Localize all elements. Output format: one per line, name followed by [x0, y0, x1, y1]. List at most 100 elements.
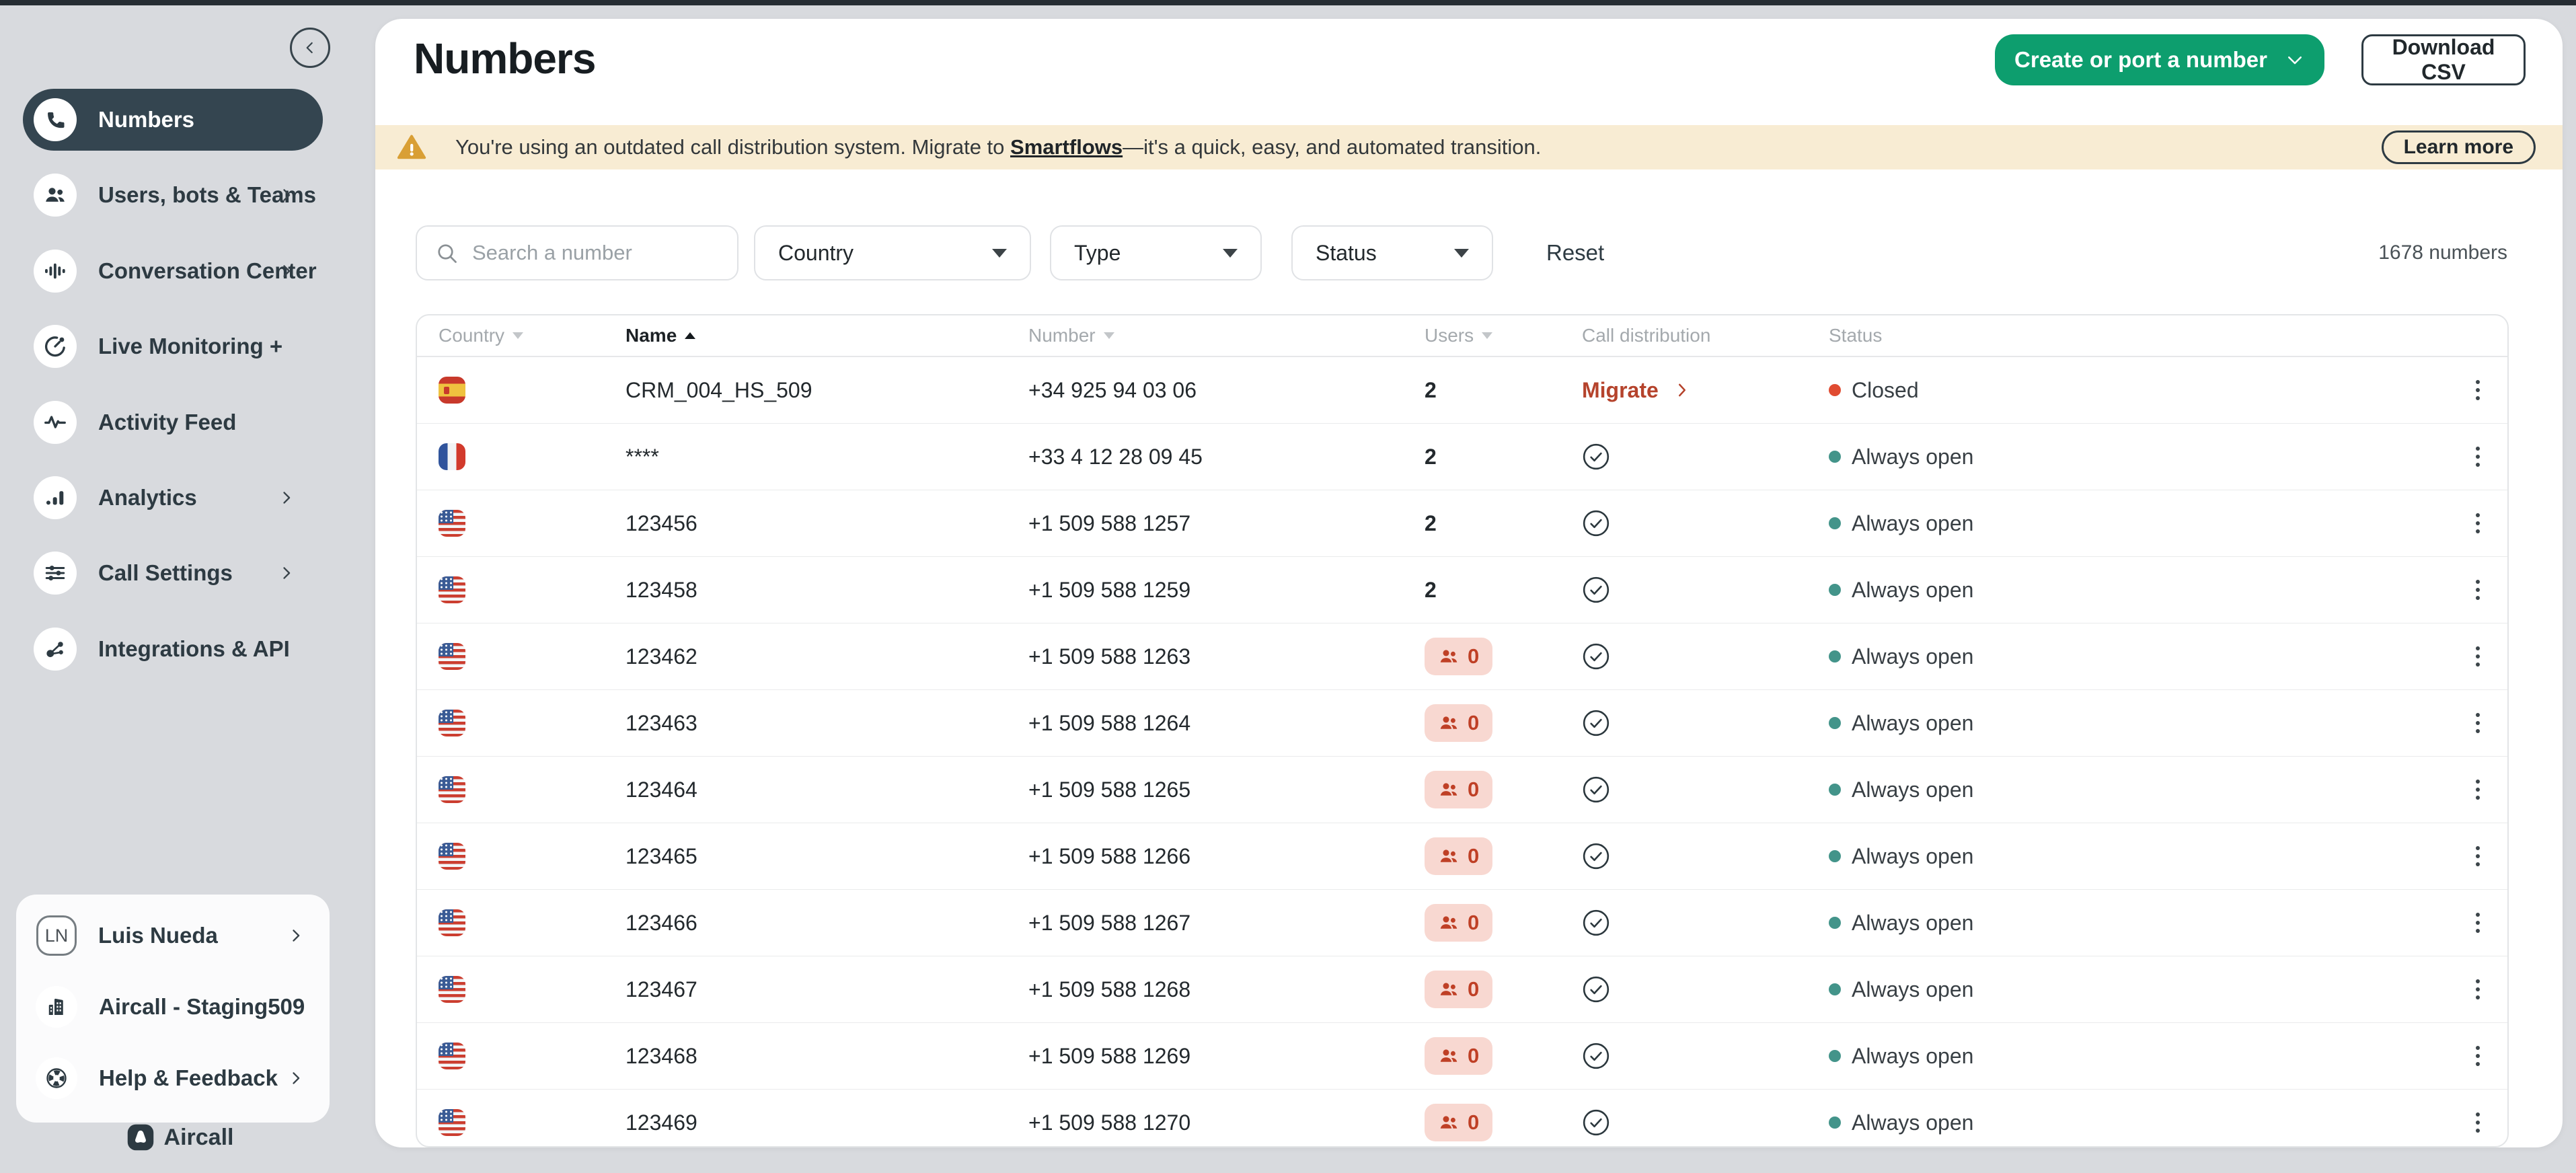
filters-bar: Country Type Status Reset 1678 numbers	[416, 225, 2522, 280]
table-row[interactable]: 123465+1 509 588 12660Always open	[417, 823, 2507, 889]
sidebar-item-integrations-api[interactable]: Integrations & API	[23, 618, 323, 680]
cell-number: +34 925 94 03 06	[1028, 378, 1425, 403]
search-input[interactable]	[471, 240, 729, 266]
create-or-port-number-button[interactable]: Create or port a number	[1995, 34, 2324, 85]
number-name: 123467	[626, 977, 697, 1002]
migration-banner: You're using an outdated call distributi…	[375, 125, 2563, 169]
sidebar-item-activity-feed[interactable]: Activity Feed	[23, 391, 323, 453]
cell-country	[417, 776, 626, 803]
smartflows-link[interactable]: Smartflows	[1010, 135, 1123, 159]
sidebar-collapse-button[interactable]	[290, 28, 330, 68]
number-search[interactable]	[416, 225, 738, 280]
zero-users-badge: 0	[1425, 1037, 1492, 1075]
migrate-link[interactable]: Migrate	[1582, 378, 1690, 403]
cell-users: 0	[1425, 971, 1582, 1008]
cell-country	[417, 843, 626, 870]
cell-users: 0	[1425, 638, 1582, 675]
chevron-right-icon	[277, 488, 296, 507]
table-row[interactable]: 123468+1 509 588 12690Always open	[417, 1022, 2507, 1089]
column-header-name[interactable]: Name	[626, 325, 1028, 346]
sidebar-item-call-settings[interactable]: Call Settings	[23, 542, 323, 604]
cell-status: Always open	[1829, 644, 2446, 669]
users-count: 2	[1425, 378, 1437, 403]
column-header-users[interactable]: Users	[1425, 325, 1582, 346]
numbers-count: 1678 numbers	[2378, 225, 2507, 280]
flag-us-icon	[439, 843, 465, 870]
phone-number: +1 509 588 1270	[1028, 1110, 1190, 1135]
row-menu-kebab-icon[interactable]	[2446, 713, 2509, 733]
row-menu-kebab-icon[interactable]	[2446, 780, 2509, 800]
phone-number: +1 509 588 1267	[1028, 911, 1190, 936]
reset-filters-button[interactable]: Reset	[1546, 225, 1604, 280]
search-icon	[434, 241, 459, 265]
user-menu-item[interactable]: LN Luis Nueda	[16, 903, 330, 969]
status-label: Always open	[1852, 1044, 1973, 1069]
users-count: 0	[1468, 1044, 1479, 1068]
status-label: Always open	[1852, 511, 1973, 536]
column-header-country[interactable]: Country	[417, 325, 626, 346]
status-label: Always open	[1852, 1110, 1973, 1135]
row-menu-kebab-icon[interactable]	[2446, 580, 2509, 600]
flag-us-icon	[439, 776, 465, 803]
table-row[interactable]: 123466+1 509 588 12670Always open	[417, 889, 2507, 956]
table-header-row: CountryNameNumberUsersCall distributionS…	[417, 315, 2507, 357]
row-menu-kebab-icon[interactable]	[2446, 513, 2509, 533]
cell-country	[417, 377, 626, 404]
row-menu-kebab-icon[interactable]	[2446, 846, 2509, 866]
sidebar-item-numbers[interactable]: Numbers	[23, 89, 323, 151]
table-row[interactable]: 123458+1 509 588 12592Always open	[417, 556, 2507, 623]
table-row[interactable]: ****+33 4 12 28 09 452Always open	[417, 423, 2507, 490]
row-menu-kebab-icon[interactable]	[2446, 979, 2509, 999]
distribution-check-icon	[1582, 642, 1610, 671]
download-csv-button[interactable]: Download CSV	[2361, 34, 2526, 85]
numbers-table: CountryNameNumberUsersCall distributionS…	[416, 314, 2509, 1147]
sidebar-item-users-bots-teams[interactable]: Users, bots & Teams	[23, 164, 323, 226]
status-filter-select[interactable]: Status	[1291, 225, 1493, 280]
country-filter-label: Country	[778, 241, 854, 266]
table-row[interactable]: 123463+1 509 588 12640Always open	[417, 689, 2507, 756]
column-header-number[interactable]: Number	[1028, 325, 1425, 346]
cell-status: Always open	[1829, 578, 2446, 603]
row-menu-kebab-icon[interactable]	[2446, 380, 2509, 400]
row-menu-kebab-icon[interactable]	[2446, 913, 2509, 933]
type-filter-select[interactable]: Type	[1050, 225, 1262, 280]
status-dot	[1829, 717, 1841, 729]
flag-es-icon	[439, 377, 465, 404]
learn-more-button[interactable]: Learn more	[2382, 130, 2536, 164]
table-row[interactable]: 123464+1 509 588 12650Always open	[417, 756, 2507, 823]
zero-users-badge: 0	[1425, 904, 1492, 942]
table-row[interactable]: 123462 +1 509 588 1263 0 Always open	[417, 623, 2507, 689]
help-menu-item[interactable]: Help & Feedback	[16, 1045, 330, 1111]
phone-number: +1 509 588 1263	[1028, 644, 1190, 669]
users-icon	[34, 174, 77, 217]
table-row[interactable]: CRM_004_HS_509+34 925 94 03 062MigrateCl…	[417, 357, 2507, 423]
company-menu-item[interactable]: Aircall - Staging509	[16, 974, 330, 1040]
sort-descending-icon	[1482, 332, 1492, 339]
table-row[interactable]: 123456+1 509 588 12572Always open	[417, 490, 2507, 556]
cell-call-distribution	[1582, 975, 1829, 1004]
row-menu-kebab-icon[interactable]	[2446, 1046, 2509, 1066]
row-menu-kebab-icon[interactable]	[2446, 447, 2509, 467]
table-row[interactable]: 123467+1 509 588 12680Always open	[417, 956, 2507, 1022]
table-row[interactable]: 123469+1 509 588 12700Always open	[417, 1089, 2507, 1147]
dropdown-arrow-icon	[1454, 249, 1469, 258]
cell-country	[417, 909, 626, 936]
column-label: Name	[626, 325, 677, 346]
zero-users-badge: 0	[1425, 837, 1492, 875]
cell-status: Always open	[1829, 1110, 2446, 1135]
number-name: 123465	[626, 844, 697, 869]
status-dot	[1829, 517, 1841, 529]
lifebuoy-icon	[36, 1057, 77, 1099]
row-menu-kebab-icon[interactable]	[2446, 646, 2509, 667]
sidebar-item-live-monitoring[interactable]: Live Monitoring +	[23, 315, 323, 377]
sidebar-item-conversation-center[interactable]: Conversation Center	[23, 240, 323, 302]
phone-number: +1 509 588 1265	[1028, 778, 1190, 802]
chevron-right-icon	[1675, 380, 1690, 400]
country-filter-select[interactable]: Country	[754, 225, 1031, 280]
sidebar-item-analytics[interactable]: Analytics	[23, 467, 323, 529]
row-menu-kebab-icon[interactable]	[2446, 1112, 2509, 1133]
pulse-icon	[34, 401, 77, 444]
sidebar-item-label: Live Monitoring +	[98, 334, 282, 359]
number-name: 123462	[626, 644, 697, 669]
users-icon	[1438, 646, 1460, 667]
